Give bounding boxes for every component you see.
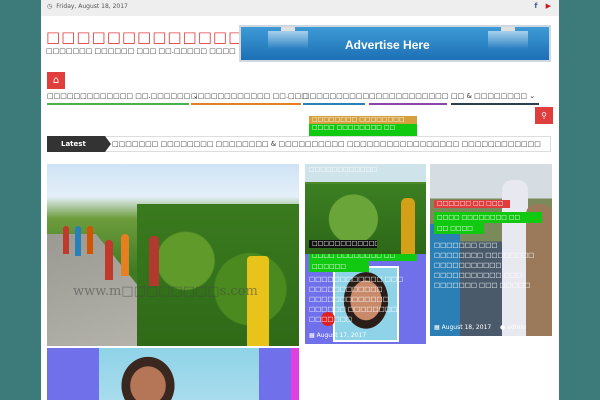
social-links: f ▶ [534, 2, 551, 10]
portrait-photo [117, 352, 179, 400]
post-card-4-title[interactable]: □□□□□□□ □□□ □□□□□□□□ □□□□□□□□ □□□□□□□□□□… [434, 240, 548, 290]
nav-item-2[interactable]: □□□□□□□□□□□□ □□.□□□ [191, 90, 308, 105]
advertise-banner[interactable]: Advertise Here [239, 25, 551, 62]
post-card-3[interactable]: □□□□ □□□□□□□□ □□ □□□□□□ □□□□□□□□□□□□ □□□… [305, 254, 426, 344]
post-card-4-author[interactable]: ● admin [500, 324, 526, 331]
post-card-4-category[interactable]: □□□□□□ □□ □□□ [434, 200, 510, 208]
latest-ticker-bar: Latest □□□□□□□ □□□□□□□□ □□□□□□□□ & □□□□□… [47, 136, 551, 152]
person-figure [401, 198, 415, 254]
latest-label: Latest [47, 136, 111, 152]
nav-item-3[interactable]: □□□□□□□□□□ [303, 90, 369, 105]
person-figure [87, 226, 93, 254]
dropdown-item-1[interactable]: □□□□□□□□ □□□□□□□□ [309, 116, 417, 124]
home-icon: ⌂ [52, 75, 60, 86]
site-tagline: □□□□□□□ □□□□□□ □□□ □□.□□□□□ □□□□ [46, 47, 236, 55]
person-figure [105, 240, 113, 280]
post-card-2-text: □□□□□□□□□□□□ [309, 166, 378, 173]
post-card-5[interactable] [47, 348, 299, 400]
post-card-4-label-2[interactable]: □□ □□□□ [434, 223, 484, 234]
site-logo[interactable]: □□□□□□□□□□□□□ [46, 28, 243, 46]
nav-dropdown: □□□□□□□□ □□□□□□□□ □□□□ □□□□□□□□ □□ [309, 116, 417, 136]
pink-border [291, 348, 299, 400]
person-figure [75, 226, 81, 256]
person-figure [247, 256, 269, 346]
facebook-icon[interactable]: f [534, 2, 537, 10]
post-card-3-category[interactable]: □□□□□□□□□□□□ [309, 240, 377, 248]
date-display: ◷ Friday, August 18, 2017 [47, 3, 128, 10]
advertise-text: Advertise Here [345, 38, 430, 52]
featured-post-image[interactable]: www.m□□□□□□□□s.com [47, 164, 299, 346]
calendar-icon: ▦ [434, 324, 442, 331]
top-bar: ◷ Friday, August 18, 2017 f ▶ [41, 0, 559, 16]
nav-item-5[interactable]: □□ & □□□□□□□□ ⌄ [451, 90, 539, 105]
nav-item-1[interactable]: □□□□□□□□□□□□□ □□.□□□□□□ ⌄ [47, 90, 198, 105]
youtube-icon[interactable]: ▶ [546, 2, 551, 10]
search-icon: ⚲ [541, 111, 547, 120]
post-card-3-date: ▦ August 17, 2017 [309, 332, 367, 339]
watermark-text: www.m□□□□□□□□s.com [73, 284, 258, 299]
post-card-3-label[interactable]: □□□□ □□□□□□□□ □□ [309, 254, 417, 261]
person-figure [149, 236, 159, 286]
post-card-4-date: ▦ August 18, 2017 [434, 324, 492, 331]
person-figure [63, 226, 69, 254]
dropdown-item-2[interactable]: □□□□ □□□□□□□□ □□ [309, 124, 417, 136]
bushes-area [137, 204, 299, 346]
person-figure [121, 234, 129, 276]
nav-item-4[interactable]: □□□□□□□□□□□□ [369, 90, 448, 105]
light-beam [268, 31, 308, 49]
home-button[interactable]: ⌂ [47, 72, 65, 89]
post-card-4[interactable]: □□□□□□ □□ □□□ □□□□ □□□□□□□□ □□ □□ □□□□ □… [430, 164, 552, 336]
post-card-4-label[interactable]: □□□□ □□□□□□□□ □□ [434, 212, 542, 223]
post-card-3-title[interactable]: □□□□□□□□□□□□ □□□ □□□□□□□□□□□□ □□□□□□□□□□… [309, 274, 423, 324]
page: ◷ Friday, August 18, 2017 f ▶ □□□□□□□□□□□… [41, 0, 559, 400]
search-button[interactable]: ⚲ [535, 107, 553, 124]
post-card-3-label-2[interactable]: □□□□□□ [309, 261, 369, 272]
ticker-text[interactable]: □□□□□□□ □□□□□□□□ □□□□□□□□ & □□□□□□□□□□ □… [112, 140, 542, 148]
calendar-icon: ▦ [309, 332, 317, 339]
light-beam [488, 31, 528, 49]
clock-icon: ◷ [47, 3, 53, 10]
